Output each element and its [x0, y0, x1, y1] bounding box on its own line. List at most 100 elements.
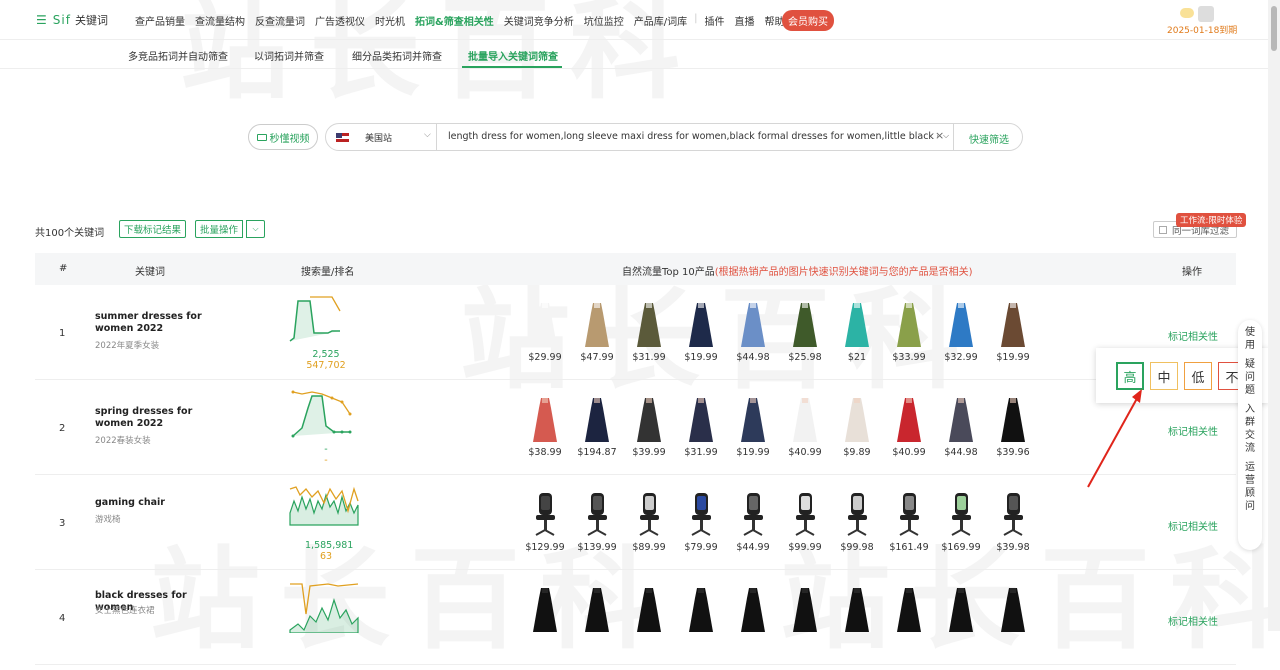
product-image[interactable]	[894, 586, 924, 634]
product-image[interactable]	[738, 491, 768, 539]
keyword-text[interactable]: spring dresses for women 2022	[95, 406, 210, 430]
product-thumbnail[interactable]: $31.99	[678, 396, 724, 458]
product-image[interactable]	[894, 396, 924, 444]
mark-relevance-link[interactable]: 标记相关性	[1168, 613, 1218, 628]
product-thumbnail[interactable]: $9.89	[834, 396, 880, 458]
product-thumbnail[interactable]	[886, 586, 932, 637]
product-image[interactable]	[842, 396, 872, 444]
product-thumbnail[interactable]: $169.99	[938, 491, 984, 553]
product-thumbnail[interactable]: $44.98	[730, 301, 776, 363]
scrollbar-thumb[interactable]	[1271, 6, 1277, 51]
product-thumbnail[interactable]: $79.99	[678, 491, 724, 553]
product-image[interactable]	[842, 586, 872, 634]
nav-item[interactable]: 坑位监控	[579, 13, 629, 28]
product-thumbnail[interactable]: $89.99	[626, 491, 672, 553]
product-image[interactable]	[790, 586, 820, 634]
product-thumbnail[interactable]: $31.99	[626, 301, 672, 363]
product-thumbnail[interactable]: $19.99	[678, 301, 724, 363]
nav-item[interactable]: 直播	[729, 13, 759, 28]
product-thumbnail[interactable]	[782, 586, 828, 637]
logo[interactable]: ☰ Sif 关键词	[36, 12, 108, 28]
product-thumbnail[interactable]: $40.99	[886, 396, 932, 458]
product-image[interactable]	[530, 586, 560, 634]
product-image[interactable]	[582, 301, 612, 349]
product-thumbnail[interactable]: $39.98	[990, 491, 1036, 553]
workflow-badge[interactable]: 工作流:限时体验	[1176, 213, 1247, 227]
mark-relevance-link[interactable]: 标记相关性	[1168, 518, 1218, 533]
nav-item[interactable]: 查产品销量	[130, 13, 190, 28]
product-image[interactable]	[946, 491, 976, 539]
nav-item[interactable]: 广告透视仪	[310, 13, 370, 28]
scrollbar[interactable]	[1268, 0, 1280, 631]
product-image[interactable]	[894, 301, 924, 349]
mark-relevance-link[interactable]: 标记相关性	[1168, 328, 1218, 343]
help-side-tab[interactable]: 使用疑问题入群交流运营顾问	[1238, 320, 1262, 550]
product-thumbnail[interactable]: $19.99	[990, 301, 1036, 363]
batch-operation-button[interactable]: 批量操作	[195, 220, 244, 238]
product-thumbnail[interactable]: $129.99	[522, 491, 568, 553]
product-thumbnail[interactable]: $39.96	[990, 396, 1036, 458]
download-results-button[interactable]: 下载标记结果	[119, 220, 187, 238]
nav-item[interactable]: 关键词竞争分析	[499, 13, 579, 28]
nav-item[interactable]: 反查流量词	[250, 13, 310, 28]
chevron-down-icon[interactable]: ⌵	[943, 131, 949, 141]
menu-icon[interactable]: ☰	[36, 13, 47, 27]
product-thumbnail[interactable]: $40.99	[782, 396, 828, 458]
product-thumbnail[interactable]	[730, 586, 776, 637]
product-image[interactable]	[530, 396, 560, 444]
product-image[interactable]	[530, 301, 560, 349]
product-thumbnail[interactable]: $139.99	[574, 491, 620, 553]
product-image[interactable]	[686, 491, 716, 539]
product-image[interactable]	[946, 301, 976, 349]
product-thumbnail[interactable]: $21	[834, 301, 880, 363]
avatar[interactable]	[1198, 6, 1214, 22]
product-image[interactable]	[686, 396, 716, 444]
product-thumbnail[interactable]	[522, 586, 568, 637]
product-image[interactable]	[946, 396, 976, 444]
product-thumbnail[interactable]	[574, 586, 620, 637]
product-image[interactable]	[894, 491, 924, 539]
product-thumbnail[interactable]: $29.99	[522, 301, 568, 363]
product-thumbnail[interactable]: $19.99	[730, 396, 776, 458]
product-image[interactable]	[686, 301, 716, 349]
product-image[interactable]	[634, 396, 664, 444]
product-thumbnail[interactable]	[678, 586, 724, 637]
quick-filter-button[interactable]: 快速筛选	[969, 131, 1009, 146]
subtab-multi-competitor[interactable]: 多竞品拓词并自动筛查	[128, 48, 228, 63]
subtab-batch-import[interactable]: 批量导入关键词筛查	[468, 48, 558, 63]
product-thumbnail[interactable]: $44.98	[938, 396, 984, 458]
relevance-low-button[interactable]: 低	[1184, 362, 1212, 390]
nav-item[interactable]: 查流量结构	[190, 13, 250, 28]
product-thumbnail[interactable]	[834, 586, 880, 637]
product-thumbnail[interactable]	[626, 586, 672, 637]
relevance-medium-button[interactable]: 中	[1150, 362, 1178, 390]
product-image[interactable]	[738, 396, 768, 444]
product-image[interactable]	[842, 491, 872, 539]
product-image[interactable]	[790, 396, 820, 444]
product-thumbnail[interactable]: $38.99	[522, 396, 568, 458]
checkbox[interactable]	[1159, 225, 1167, 234]
chevron-down-icon[interactable]: ⌵	[246, 220, 265, 238]
product-thumbnail[interactable]	[990, 586, 1036, 637]
product-image[interactable]	[998, 301, 1028, 349]
product-thumbnail[interactable]: $47.99	[574, 301, 620, 363]
keyword-text[interactable]: summer dresses for women 2022	[95, 311, 210, 335]
product-thumbnail[interactable]: $44.99	[730, 491, 776, 553]
product-thumbnail[interactable]: $33.99	[886, 301, 932, 363]
product-image[interactable]	[634, 586, 664, 634]
product-image[interactable]	[686, 586, 716, 634]
nav-item[interactable]: 产品库/词库	[629, 13, 692, 28]
product-image[interactable]	[790, 491, 820, 539]
product-image[interactable]	[582, 491, 612, 539]
product-thumbnail[interactable]: $25.98	[782, 301, 828, 363]
product-image[interactable]	[998, 586, 1028, 634]
product-thumbnail[interactable]: $99.98	[834, 491, 880, 553]
keyword-input[interactable]: length dress for women,long sleeve maxi …	[448, 131, 938, 142]
nav-item[interactable]: 时光机	[370, 13, 410, 28]
product-thumbnail[interactable]	[938, 586, 984, 637]
product-thumbnail[interactable]: $194.87	[574, 396, 620, 458]
product-image[interactable]	[998, 396, 1028, 444]
product-thumbnail[interactable]: $39.99	[626, 396, 672, 458]
keyword-text[interactable]: gaming chair	[95, 497, 210, 509]
nav-item[interactable]: 拓词&筛查相关性	[410, 13, 499, 28]
